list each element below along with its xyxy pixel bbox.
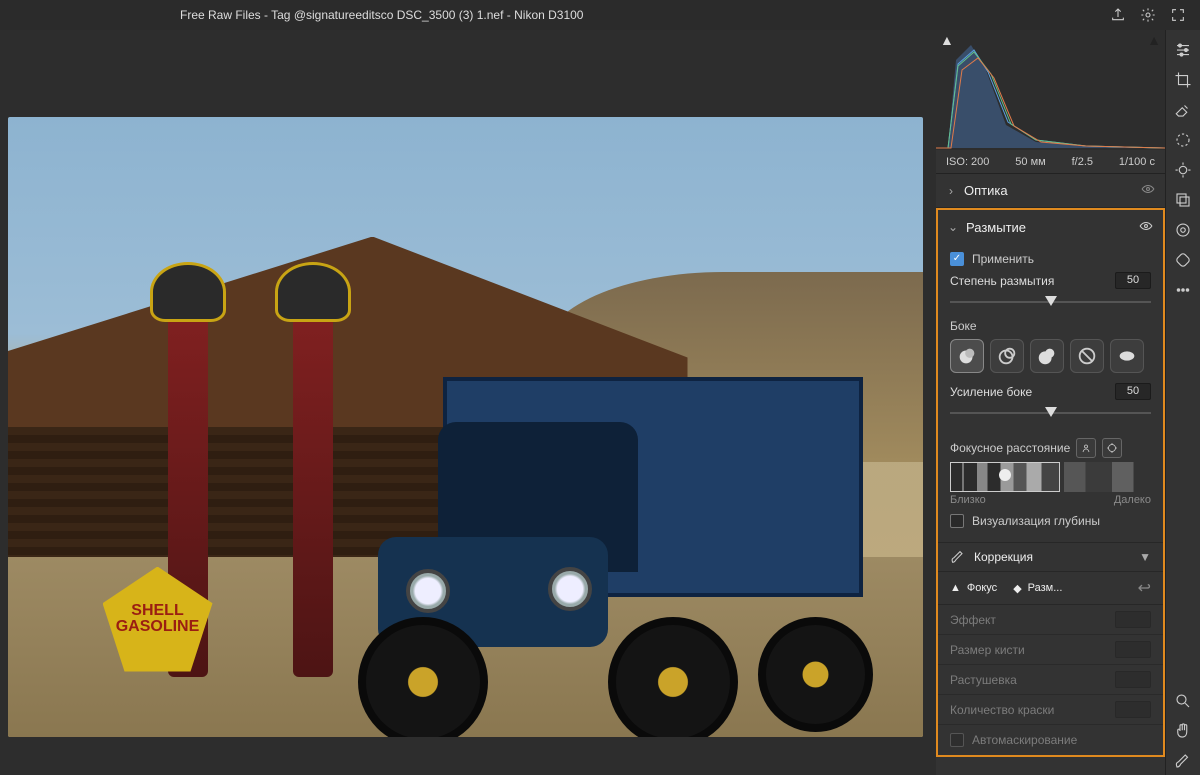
more-icon[interactable] [1169,276,1197,304]
zoom-icon[interactable] [1169,687,1197,715]
feather-row: Растушевка [938,665,1163,695]
eye-icon[interactable] [1139,219,1153,236]
adjustments-panel: ▲ ▲ ISO: 200 50 мм f/2.5 1/100 с › Оптик… [936,30,1165,775]
undo-icon[interactable]: ↩ [1138,578,1151,598]
automask-row: Автомаскирование [938,725,1163,755]
paint-amount-row: Количество краски [938,695,1163,725]
crop-icon[interactable] [1169,66,1197,94]
near-label: Близко [950,494,986,506]
bokeh-gain-slider[interactable] [950,406,1151,420]
marquee-circle-icon[interactable] [1169,126,1197,154]
bokeh-shape-4[interactable] [1070,339,1104,373]
bokeh-shape-5[interactable] [1110,339,1144,373]
depth-vis-checkbox[interactable] [950,514,964,528]
tab-focus[interactable]: ▲ Фокус [950,582,997,594]
tool-rail [1165,30,1200,775]
blur-amount-value[interactable]: 50 [1115,272,1151,289]
exif-readout: ISO: 200 50 мм f/2.5 1/100 с [936,150,1165,174]
apply-checkbox[interactable] [950,252,964,266]
correction-title: Коррекция [974,550,1131,564]
section-blur: ⌄ Размытие Применить Степень размытия 50 [936,208,1165,757]
focal-label: Фокусное расстояние [950,441,1070,455]
focal-depth-strip[interactable] [950,462,1060,492]
fullscreen-icon[interactable] [1166,3,1190,27]
image-canvas[interactable]: SHELL GASOLINE [8,117,923,737]
dropdown-icon[interactable]: ▼ [1139,550,1151,564]
far-label: Далеко [1114,494,1151,506]
brush-size-row: Размер кисти [938,635,1163,665]
exif-iso: ISO: 200 [946,156,989,168]
exif-aperture: f/2.5 [1072,156,1093,168]
title-bar: Free Raw Files - Tag @signatureeditsco D… [0,0,1200,30]
eraser-icon[interactable] [1169,96,1197,124]
bokeh-gain-label: Усиление боке [950,385,1115,399]
blur-amount-label: Степень размытия [950,274,1115,288]
optics-title: Оптика [964,183,1133,198]
exif-focal: 50 мм [1015,156,1045,168]
bokeh-shape-3[interactable] [1030,339,1064,373]
sliders-icon[interactable] [1169,36,1197,64]
bokeh-shape-1[interactable] [950,339,984,373]
brush-tool-icon[interactable] [1169,747,1197,775]
bokeh-gain-value[interactable]: 50 [1115,383,1151,400]
hand-icon[interactable] [1169,717,1197,745]
depth-vis-row[interactable]: Визуализация глубины [950,514,1151,528]
section-blur-header[interactable]: ⌄ Размытие [938,210,1163,244]
chevron-down-icon: ⌄ [948,220,958,234]
document-title: Free Raw Files - Tag @signatureeditsco D… [10,8,1100,22]
eye-icon[interactable] [1141,182,1155,199]
section-optics[interactable]: › Оптика [936,174,1165,208]
redeye-icon[interactable] [1169,156,1197,184]
target-icon[interactable] [1102,438,1122,458]
apply-row[interactable]: Применить [950,252,1151,266]
depth-vis-label: Визуализация глубины [972,514,1100,528]
canvas-area[interactable]: SHELL GASOLINE [0,30,936,775]
layers-icon[interactable] [1169,186,1197,214]
chevron-right-icon: › [946,184,956,198]
apply-label: Применить [972,252,1034,266]
export-icon[interactable] [1106,3,1130,27]
subject-select-icon[interactable] [1076,438,1096,458]
patch-icon[interactable] [1169,246,1197,274]
correction-header[interactable]: Коррекция ▼ [938,542,1163,572]
radial-icon[interactable] [1169,216,1197,244]
tab-blur[interactable]: ◆ Разм... [1013,582,1062,595]
effect-row: Эффект [938,605,1163,635]
bokeh-shape-2[interactable] [990,339,1024,373]
triangle-icon: ▲ [950,582,961,594]
gear-icon[interactable] [1136,3,1160,27]
blur-amount-slider[interactable] [950,295,1151,309]
automask-checkbox [950,733,964,747]
blur-title: Размытие [966,220,1131,235]
exif-shutter: 1/100 с [1119,156,1155,168]
bokeh-label: Боке [950,319,1151,333]
histogram[interactable]: ▲ ▲ [936,30,1165,150]
brush-icon [950,549,966,565]
drop-icon: ◆ [1013,582,1021,595]
focal-depth-rest[interactable] [1064,462,1151,492]
